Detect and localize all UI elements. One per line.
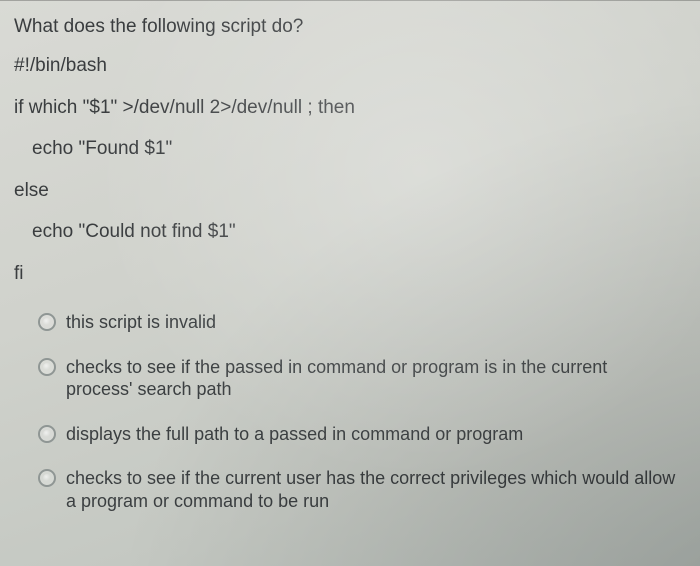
answer-text: checks to see if the current user has th…: [66, 467, 686, 512]
top-rule: [0, 0, 700, 1]
code-line: if which "$1" >/dev/null 2>/dev/null ; t…: [14, 94, 686, 122]
code-line: else: [14, 177, 686, 205]
quiz-page: What does the following script do? #!/bi…: [0, 0, 700, 566]
answer-option[interactable]: this script is invalid: [38, 311, 686, 334]
answer-text: this script is invalid: [66, 311, 686, 334]
code-line: echo "Found $1": [14, 135, 686, 163]
radio-icon[interactable]: [38, 425, 56, 443]
answers-list: this script is invalid checks to see if …: [14, 311, 686, 512]
answer-option[interactable]: checks to see if the current user has th…: [38, 467, 686, 512]
code-line: fi: [14, 260, 686, 288]
code-block: #!/bin/bash if which "$1" >/dev/null 2>/…: [14, 52, 686, 287]
answer-text: displays the full path to a passed in co…: [66, 423, 686, 446]
question-text: What does the following script do?: [14, 16, 686, 38]
radio-icon[interactable]: [38, 358, 56, 376]
code-line: echo "Could not find $1": [14, 218, 686, 246]
answer-option[interactable]: displays the full path to a passed in co…: [38, 423, 686, 446]
radio-icon[interactable]: [38, 313, 56, 331]
answer-text: checks to see if the passed in command o…: [66, 356, 686, 401]
answer-option[interactable]: checks to see if the passed in command o…: [38, 356, 686, 401]
code-line: #!/bin/bash: [14, 52, 686, 80]
radio-icon[interactable]: [38, 469, 56, 487]
